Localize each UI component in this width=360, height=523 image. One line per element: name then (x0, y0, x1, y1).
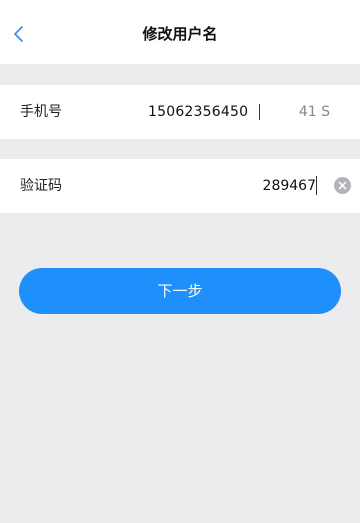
text-cursor (316, 176, 317, 195)
resend-countdown[interactable]: 41 S (299, 101, 330, 123)
code-row: 验证码 289467 (0, 159, 360, 213)
next-button[interactable]: 下一步 (19, 268, 341, 314)
phone-value: 15062356450 (148, 104, 249, 120)
verification-code-input[interactable]: 289467 (263, 175, 316, 197)
clear-circle-icon (334, 177, 351, 194)
page-title: 修改用户名 (142, 25, 218, 43)
code-label: 验证码 (20, 178, 62, 194)
divider (259, 104, 260, 120)
clear-icon[interactable] (334, 177, 351, 194)
phone-row: 手机号 15062356450 41 S (0, 85, 360, 139)
nav-bar: 修改用户名 (0, 0, 360, 64)
screen: 修改用户名 手机号 15062356450 41 S 验证码 289467 下一… (0, 0, 360, 523)
phone-label: 手机号 (20, 104, 62, 120)
